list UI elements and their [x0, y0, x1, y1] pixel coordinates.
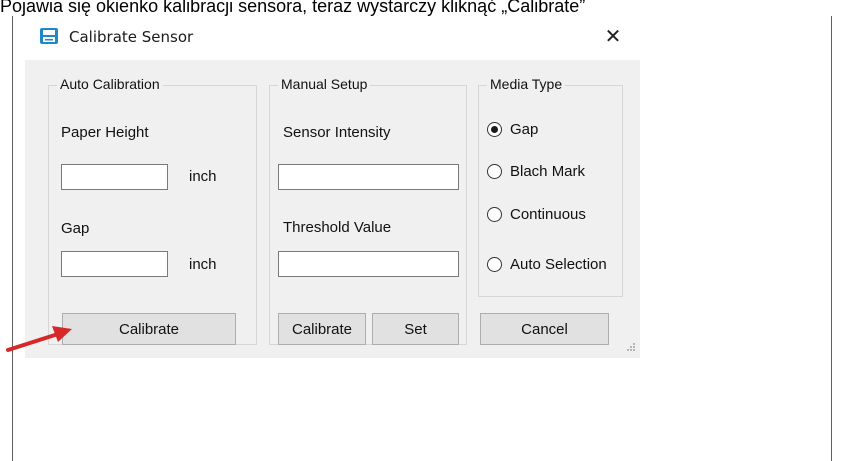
paper-height-input[interactable]: [61, 164, 168, 190]
resize-grip-icon[interactable]: [626, 342, 636, 352]
radio-button[interactable]: [487, 164, 502, 179]
media-type-continuous-option[interactable]: Continuous: [487, 206, 586, 223]
dialog-title: Calibrate Sensor: [69, 28, 194, 46]
dialog-client-area: Auto Calibration Paper Height inch Gap i…: [25, 60, 640, 358]
gap-input[interactable]: [61, 251, 168, 277]
manual-setup-legend: Manual Setup: [278, 76, 371, 92]
printer-icon: [40, 28, 58, 44]
red-arrow-icon: [6, 326, 72, 352]
calibrate-sensor-dialog: Calibrate Sensor ✕ Auto Calibration Pape…: [25, 18, 640, 358]
media-type-gap-option[interactable]: Gap: [487, 121, 538, 138]
paper-height-unit: inch: [189, 168, 217, 185]
media-type-black-mark-option[interactable]: Blach Mark: [487, 163, 585, 180]
instruction-caption: Pojawia się okienko kalibracji sensora, …: [0, 0, 586, 16]
radio-label: Blach Mark: [510, 163, 586, 180]
media-type-auto-selection-option[interactable]: Auto Selection: [487, 256, 607, 273]
gap-unit: inch: [189, 256, 217, 273]
media-type-legend: Media Type: [487, 76, 566, 92]
set-button[interactable]: Set: [372, 313, 459, 345]
paper-height-label: Paper Height: [61, 124, 149, 141]
radio-button[interactable]: [487, 207, 502, 222]
radio-label: Gap: [510, 121, 539, 138]
radio-button[interactable]: [487, 257, 502, 272]
radio-label: Continuous: [510, 206, 586, 223]
threshold-value-label: Threshold Value: [283, 219, 392, 236]
cancel-button[interactable]: Cancel: [480, 313, 609, 345]
close-button[interactable]: ✕: [596, 21, 630, 51]
sensor-intensity-label: Sensor Intensity: [283, 124, 391, 141]
auto-calibrate-button[interactable]: Calibrate: [62, 313, 236, 345]
radio-button-checked[interactable]: [487, 122, 502, 137]
manual-calibrate-button[interactable]: Calibrate: [278, 313, 366, 345]
title-bar[interactable]: Calibrate Sensor ✕: [25, 18, 640, 60]
gap-label: Gap: [61, 220, 90, 237]
threshold-value-input[interactable]: [278, 251, 459, 277]
radio-label: Auto Selection: [510, 256, 607, 273]
auto-calibration-legend: Auto Calibration: [57, 76, 163, 92]
close-icon: ✕: [604, 24, 622, 48]
sensor-intensity-input[interactable]: [278, 164, 459, 190]
